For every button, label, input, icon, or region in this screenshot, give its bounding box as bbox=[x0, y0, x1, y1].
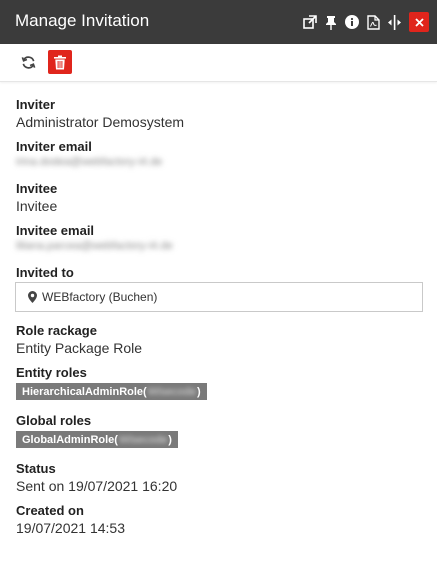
global-role-chip-suffix: ) bbox=[168, 433, 172, 446]
entity-role-chip-suffix: ) bbox=[197, 385, 201, 398]
entity-roles-label: Entity roles bbox=[16, 365, 87, 380]
inviter-email-label: Inviter email bbox=[16, 139, 92, 154]
close-button[interactable] bbox=[409, 12, 429, 32]
invitee-email-value: liliana.parcea@webfactory-i4.de bbox=[16, 240, 173, 252]
entity-role-chip: HierarchicalAdminRole(Wisecode) bbox=[16, 383, 207, 400]
entity-role-chip-blurred: Wisecode bbox=[147, 385, 196, 398]
inviter-value: Administrator Demosystem bbox=[16, 114, 185, 130]
created-on-value: 19/07/2021 14:53 bbox=[16, 520, 125, 536]
invited-to-field[interactable]: WEBfactory (Buchen) bbox=[15, 282, 423, 312]
resize-icon[interactable] bbox=[385, 13, 403, 31]
popout-icon[interactable] bbox=[301, 13, 319, 31]
invitee-label: Invitee bbox=[16, 181, 58, 196]
created-on-label: Created on bbox=[16, 503, 84, 518]
pin-icon[interactable] bbox=[322, 13, 340, 31]
invited-to-value: WEBfactory (Buchen) bbox=[42, 290, 158, 304]
titlebar-actions bbox=[298, 12, 429, 32]
map-marker-icon bbox=[28, 291, 37, 303]
invited-to-label: Invited to bbox=[16, 265, 74, 280]
close-icon bbox=[414, 17, 424, 27]
invitee-value: Invitee bbox=[16, 198, 58, 214]
global-role-chip-blurred: Wisecode bbox=[118, 433, 168, 446]
delete-button[interactable] bbox=[48, 50, 72, 74]
inviter-email-value: irina.dodea@webfactory-i4.de bbox=[16, 156, 163, 168]
global-role-chip: GlobalAdminRole(Wisecode) bbox=[16, 431, 178, 448]
status-label: Status bbox=[16, 461, 56, 476]
role-package-value: Entity Package Role bbox=[16, 340, 143, 356]
entity-role-chip-text: HierarchicalAdminRole( bbox=[22, 385, 147, 398]
role-package-label: Role rackage bbox=[16, 323, 97, 338]
global-roles-label: Global roles bbox=[16, 413, 92, 428]
window-titlebar: Manage Invitation bbox=[0, 0, 437, 44]
invitee-email-label: Invitee email bbox=[16, 223, 95, 238]
global-role-chip-text: GlobalAdminRole( bbox=[22, 433, 118, 446]
info-icon[interactable] bbox=[343, 13, 361, 31]
refresh-icon bbox=[21, 55, 35, 69]
window-title: Manage Invitation bbox=[15, 11, 150, 30]
refresh-button[interactable] bbox=[16, 50, 40, 74]
trash-icon bbox=[54, 55, 66, 69]
pdf-icon[interactable] bbox=[364, 13, 382, 31]
status-value: Sent on 19/07/2021 16:20 bbox=[16, 478, 178, 494]
inviter-label: Inviter bbox=[16, 97, 56, 112]
